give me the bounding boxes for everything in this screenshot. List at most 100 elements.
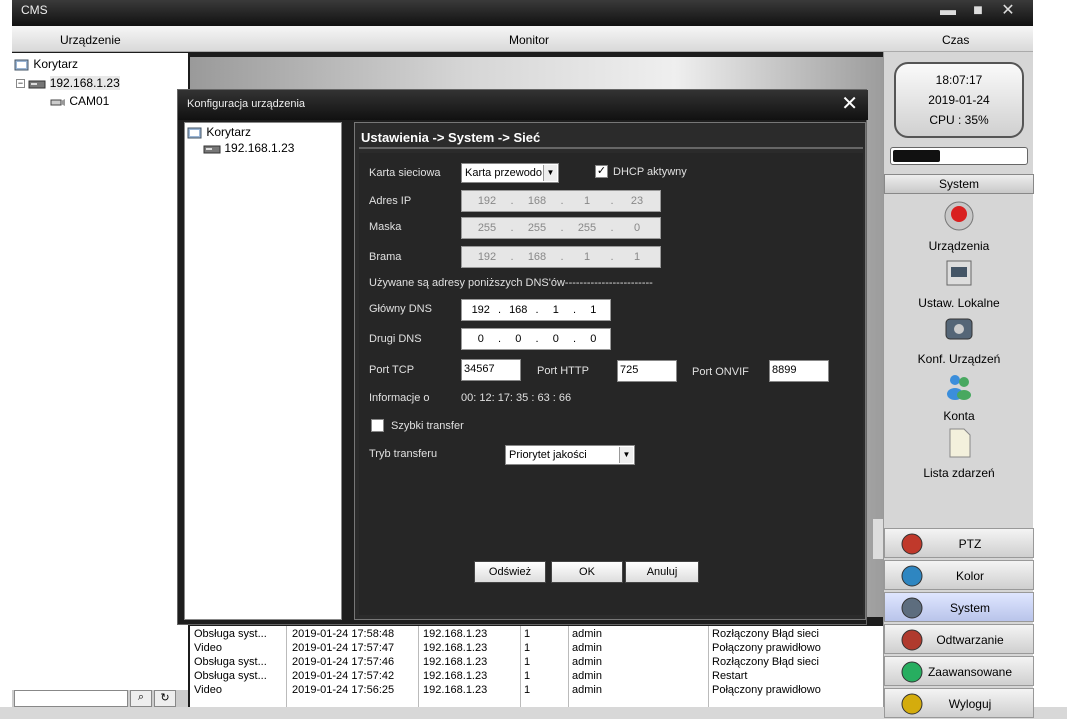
cancel-button[interactable]: Anuluj [625, 561, 699, 583]
breadcrumb: Ustawienia -> System -> Sieć [359, 129, 863, 149]
onvif-port-input[interactable]: 8899 [769, 360, 829, 382]
tree-camera-label: CAM01 [69, 94, 110, 108]
tree-device[interactable]: − 192.168.1.23 [16, 76, 120, 90]
ip-octet[interactable]: 168 [512, 251, 562, 263]
log-cell-type: Obsługa syst... [194, 670, 267, 682]
mask-field[interactable]: 255. 255. 255. 0 [461, 217, 661, 239]
side-item-accounts[interactable]: Konta [884, 370, 1034, 423]
table-row[interactable]: Obsługa syst... 2019-01-24 17:57:42 192.16… [190, 670, 883, 684]
menu-item-ptz[interactable]: PTZ [884, 528, 1034, 558]
refresh-button[interactable]: Odśwież [474, 561, 546, 583]
ip-octet[interactable]: 192 [462, 304, 500, 316]
tree-camera[interactable]: CAM01 [50, 94, 109, 108]
dns1-label: Główny DNS [369, 303, 432, 315]
log-cell-ip: 192.168.1.23 [423, 670, 488, 682]
ip-octet[interactable]: 23 [612, 195, 662, 207]
ip-field[interactable]: 192. 168. 1. 23 [461, 190, 661, 212]
window-title: CMS [21, 3, 48, 17]
onvif-label: Port ONVIF [692, 366, 749, 378]
minimize-button[interactable]: ▬ [936, 2, 960, 22]
table-row[interactable]: Obsługa syst... 2019-01-24 17:57:46 192.16… [190, 656, 883, 670]
ip-octet[interactable]: 255 [562, 222, 612, 234]
ip-octet[interactable]: 168 [500, 304, 538, 316]
ip-octet[interactable]: 168 [512, 195, 562, 207]
dialog-device-tree: Korytarz 192.168.1.23 [184, 122, 342, 620]
log-cell-ch: 1 [524, 670, 531, 682]
config-dialog: Konfiguracja urządzenia ✕ Korytarz 192.1… [177, 89, 868, 625]
ip-octet[interactable]: 255 [462, 222, 512, 234]
tree-device-label: 192.168.1.23 [49, 76, 120, 90]
dns2-field[interactable]: 0.0.0.0 [461, 328, 611, 350]
ok-button[interactable]: OK [551, 561, 623, 583]
ip-octet[interactable]: 1 [562, 251, 612, 263]
side-item-local-settings[interactable]: Ustaw. Lokalne [884, 257, 1034, 310]
refresh-icon[interactable]: ↻ [154, 690, 176, 707]
ip-octet[interactable]: 1 [537, 304, 575, 316]
chevron-down-icon: ▼ [543, 165, 557, 181]
maximize-button[interactable]: ■ [966, 2, 990, 22]
tcp-port-input[interactable]: 34567 [461, 359, 521, 381]
side-item-event-list[interactable]: Lista zdarzeń [884, 427, 1034, 480]
device-tree: Korytarz − 192.168.1.23 CAM01 [12, 53, 188, 690]
nic-select[interactable]: Karta przewodo ▼ [461, 163, 559, 183]
log-cell-user: admin [572, 670, 602, 682]
dialog-tree-device[interactable]: 192.168.1.23 [203, 141, 294, 155]
tree-root[interactable]: Korytarz [14, 57, 78, 72]
mode-label: Tryb transferu [369, 448, 438, 460]
log-cell-user: admin [572, 656, 602, 668]
close-icon[interactable]: ✕ [841, 94, 858, 114]
log-cell-msg: Restart [712, 670, 748, 682]
mode-select[interactable]: Priorytet jakości ▼ [505, 445, 635, 465]
log-cell-ip: 192.168.1.23 [423, 684, 488, 696]
ip-octet[interactable]: 1 [612, 251, 662, 263]
side-item-devices[interactable]: Urządzenia [884, 200, 1034, 253]
log-cell-type: Obsługa syst... [194, 628, 267, 640]
dialog-tree-root[interactable]: Korytarz [187, 125, 251, 140]
menu-item-system[interactable]: System [884, 592, 1034, 622]
ip-octet[interactable]: 192 [462, 195, 512, 207]
gateway-label: Brama [369, 251, 402, 263]
menu-item-wyloguj[interactable]: Wyloguj [884, 688, 1034, 718]
nic-label: Karta sieciowa [369, 167, 441, 179]
info-label: Informacje o [369, 392, 430, 404]
log-cell-ip: 192.168.1.23 [423, 628, 488, 640]
side-item-device-config[interactable]: Konf. Urządzeń [884, 313, 1034, 366]
ip-octet[interactable]: 0 [575, 333, 613, 345]
fast-transfer-checkbox[interactable] [371, 419, 384, 432]
dhcp-checkbox[interactable]: ✓ [595, 165, 608, 178]
dns2-label: Drugi DNS [369, 333, 422, 345]
table-row[interactable]: Video 2019-01-24 17:57:47 192.168.1.23 1 adm… [190, 642, 883, 656]
video-scroll[interactable] [873, 519, 883, 559]
collapse-icon[interactable]: − [16, 79, 25, 89]
menu-item-odtwarzanie[interactable]: Odtwarzanie [884, 624, 1034, 654]
clock-time: 18:07:17 [935, 73, 983, 87]
network-form: Karta sieciowa Karta przewodo ▼ ✓ DHCP a… [359, 153, 863, 615]
log-cell-user: admin [572, 642, 602, 654]
search-icon[interactable]: ⌕ [130, 690, 152, 707]
ip-octet[interactable]: 0 [612, 222, 662, 234]
http-port-input[interactable]: 725 [617, 360, 677, 382]
ip-octet[interactable]: 0 [537, 333, 575, 345]
log-cell-ch: 1 [524, 684, 531, 696]
ip-octet[interactable]: 1 [575, 304, 613, 316]
close-button[interactable]: ✕ [996, 2, 1020, 22]
device-config-icon [945, 318, 973, 340]
dialog-tree-device-label: 192.168.1.23 [224, 141, 295, 155]
table-row[interactable]: Video 2019-01-24 17:56:25 192.168.1.23 1 adm… [190, 684, 883, 698]
menu-item-zaawansowane[interactable]: Zaawansowane [884, 656, 1034, 686]
table-row[interactable]: Obsługa syst... 2019-01-24 17:58:48 192.16… [190, 628, 883, 642]
gateway-field[interactable]: 192. 168. 1. 1 [461, 246, 661, 268]
tree-root-label: Korytarz [33, 57, 79, 71]
dns1-field[interactable]: 192. 168. 1. 1 [461, 299, 611, 321]
search-input[interactable] [14, 690, 128, 707]
log-cell-time: 2019-01-24 17:57:42 [292, 670, 395, 682]
log-cell-ch: 1 [524, 628, 531, 640]
side-item-label: Urządzenia [928, 239, 990, 253]
ip-octet[interactable]: 0 [500, 333, 538, 345]
ip-octet[interactable]: 192 [462, 251, 512, 263]
ip-octet[interactable]: 1 [562, 195, 612, 207]
ip-octet[interactable]: 255 [512, 222, 562, 234]
menu-item-kolor[interactable]: Kolor [884, 560, 1034, 590]
ip-octet[interactable]: 0 [462, 333, 500, 345]
clock-cpu: CPU : 35% [929, 113, 989, 127]
